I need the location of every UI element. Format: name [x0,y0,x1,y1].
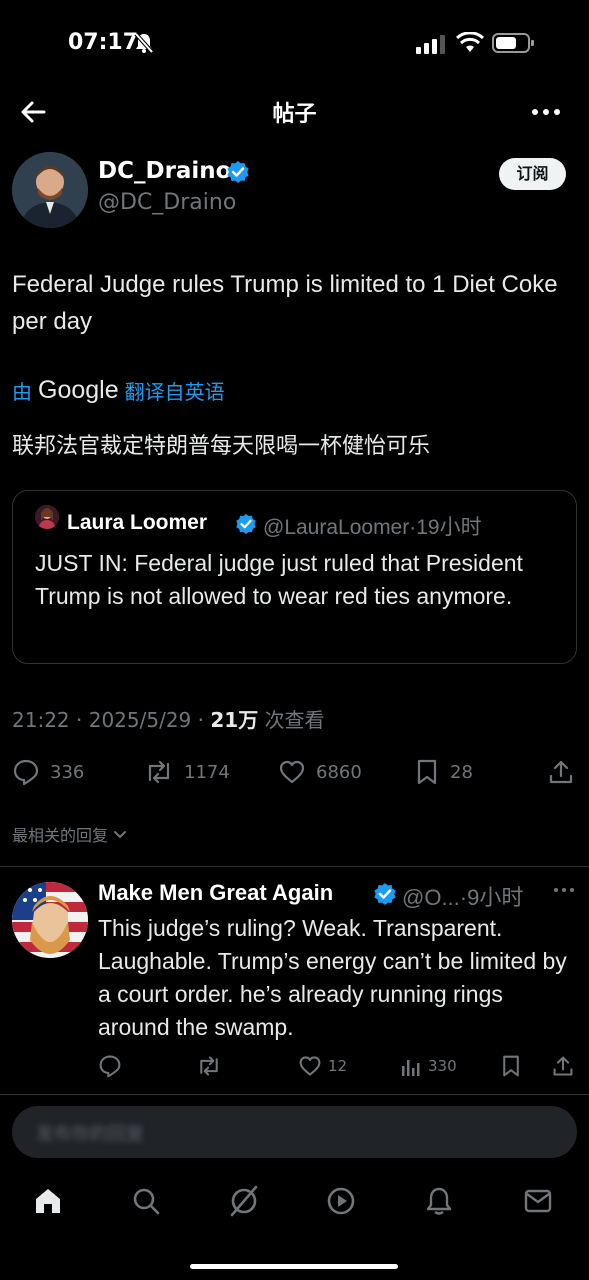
repost-icon [148,760,170,784]
post-time: 21:22 [12,708,70,732]
heart-icon [299,1056,321,1076]
analytics-icon [402,1060,420,1076]
reply-text: This judge’s ruling? Weak. Transparent. … [98,915,567,1040]
notifications-icon [426,1187,452,1215]
reply-author-name[interactable]: Make Men Great Again [98,880,333,906]
reply-count: 336 [50,761,85,783]
reply-views-action[interactable]: 330 [400,1054,457,1078]
subscribe-button[interactable]: 订阅 [499,158,566,190]
reply-like-count: 12 [328,1057,348,1075]
like-count: 6860 [316,761,362,783]
repost-icon [200,1056,218,1076]
quote-time: 19小时 [416,516,482,539]
post-text: Federal Judge rules Trump is limited to … [12,271,558,335]
reply-author-handle: @O...·9小时 [402,885,524,910]
page-title: 帖子 [272,102,317,127]
messages-icon [524,1189,552,1213]
more-button[interactable] [530,100,562,124]
quoted-post[interactable]: Laura Loomer @LauraLoomer·19小时 JUST IN: … [12,490,577,664]
quote-text: JUST IN: Federal judge just ruled that P… [35,550,523,609]
author-name[interactable]: DC_Draino [98,158,232,184]
divider [0,1094,589,1095]
translation-attribution[interactable]: 由 Google 翻译自英语 [12,376,225,405]
home-icon [36,1189,60,1213]
like-action[interactable]: 6860 [278,758,362,786]
translation-suffix: 翻译自英语 [124,380,225,404]
translated-text: 联邦法官裁定特朗普每天限喝一杯健怡可乐 [12,434,431,459]
post-meta: 21:22 · 2025/5/29 · 21万 次查看 [12,708,325,732]
nav-search[interactable] [131,1186,161,1216]
reply-verified-badge-icon [373,882,397,906]
repost-count: 1174 [184,761,230,783]
bookmark-count: 28 [450,761,473,783]
reply-icon [99,1055,121,1078]
reply-share-button[interactable] [552,1054,574,1078]
reply-icon [13,759,39,786]
view-count: 21万 [210,708,259,732]
quote-verified-badge-icon [235,513,257,535]
post-date: 2025/5/29 [88,708,192,732]
reply-bookmark-action[interactable] [500,1054,522,1078]
heart-icon [279,760,305,784]
chevron-down-icon [114,831,127,839]
nav-grok[interactable] [228,1184,260,1218]
reply-input[interactable]: 发布你的回复 [12,1106,577,1158]
more-horizontal-icon [532,109,560,115]
nav-video[interactable] [326,1186,356,1216]
cellular-signal-icon [416,34,448,54]
reply-action[interactable]: 336 [12,758,84,786]
wifi-icon [456,32,484,54]
nav-home[interactable] [33,1186,63,1216]
replies-sort-dropdown[interactable]: 最相关的回复 [12,822,128,846]
view-count-label: 次查看 [264,708,325,732]
more-horizontal-icon [554,888,574,892]
share-icon [549,760,573,784]
video-icon [327,1187,355,1215]
reply-author-avatar[interactable] [12,882,88,958]
reply-like-action[interactable]: 12 [298,1054,347,1078]
reply-time: 9小时 [467,885,524,910]
reply-view-count: 330 [428,1057,457,1075]
repost-action[interactable]: 1174 [144,758,230,786]
home-indicator [190,1264,398,1269]
battery-icon [492,32,536,54]
verified-badge-icon [226,160,250,184]
bookmark-icon [503,1055,519,1077]
reply-repost-action[interactable] [196,1054,222,1078]
search-icon [133,1188,160,1215]
author-avatar[interactable] [12,152,88,228]
nav-notifications[interactable] [424,1186,454,1216]
reply-input-placeholder: 发布你的回复 [36,1124,144,1145]
bookmark-action[interactable]: 28 [414,758,473,786]
divider [0,866,589,867]
nav-messages[interactable] [523,1186,553,1216]
share-button[interactable] [548,758,574,786]
status-time: 07:17 [68,30,139,55]
quote-author-avatar [35,505,59,529]
reply-reply-action[interactable] [98,1054,122,1078]
google-logo: Google [38,376,119,404]
quote-author-handle: @LauraLoomer·19小时 [263,516,482,539]
grok-icon [230,1185,258,1217]
reply-more-button[interactable] [552,878,576,898]
bell-muted-icon [134,32,154,54]
quote-author-name: Laura Loomer [67,511,208,534]
replies-sort-label: 最相关的回复 [12,826,109,845]
bookmark-icon [417,759,437,785]
share-icon [553,1056,573,1076]
author-handle[interactable]: @DC_Draino [98,190,236,215]
translation-prefix: 由 [12,380,32,404]
